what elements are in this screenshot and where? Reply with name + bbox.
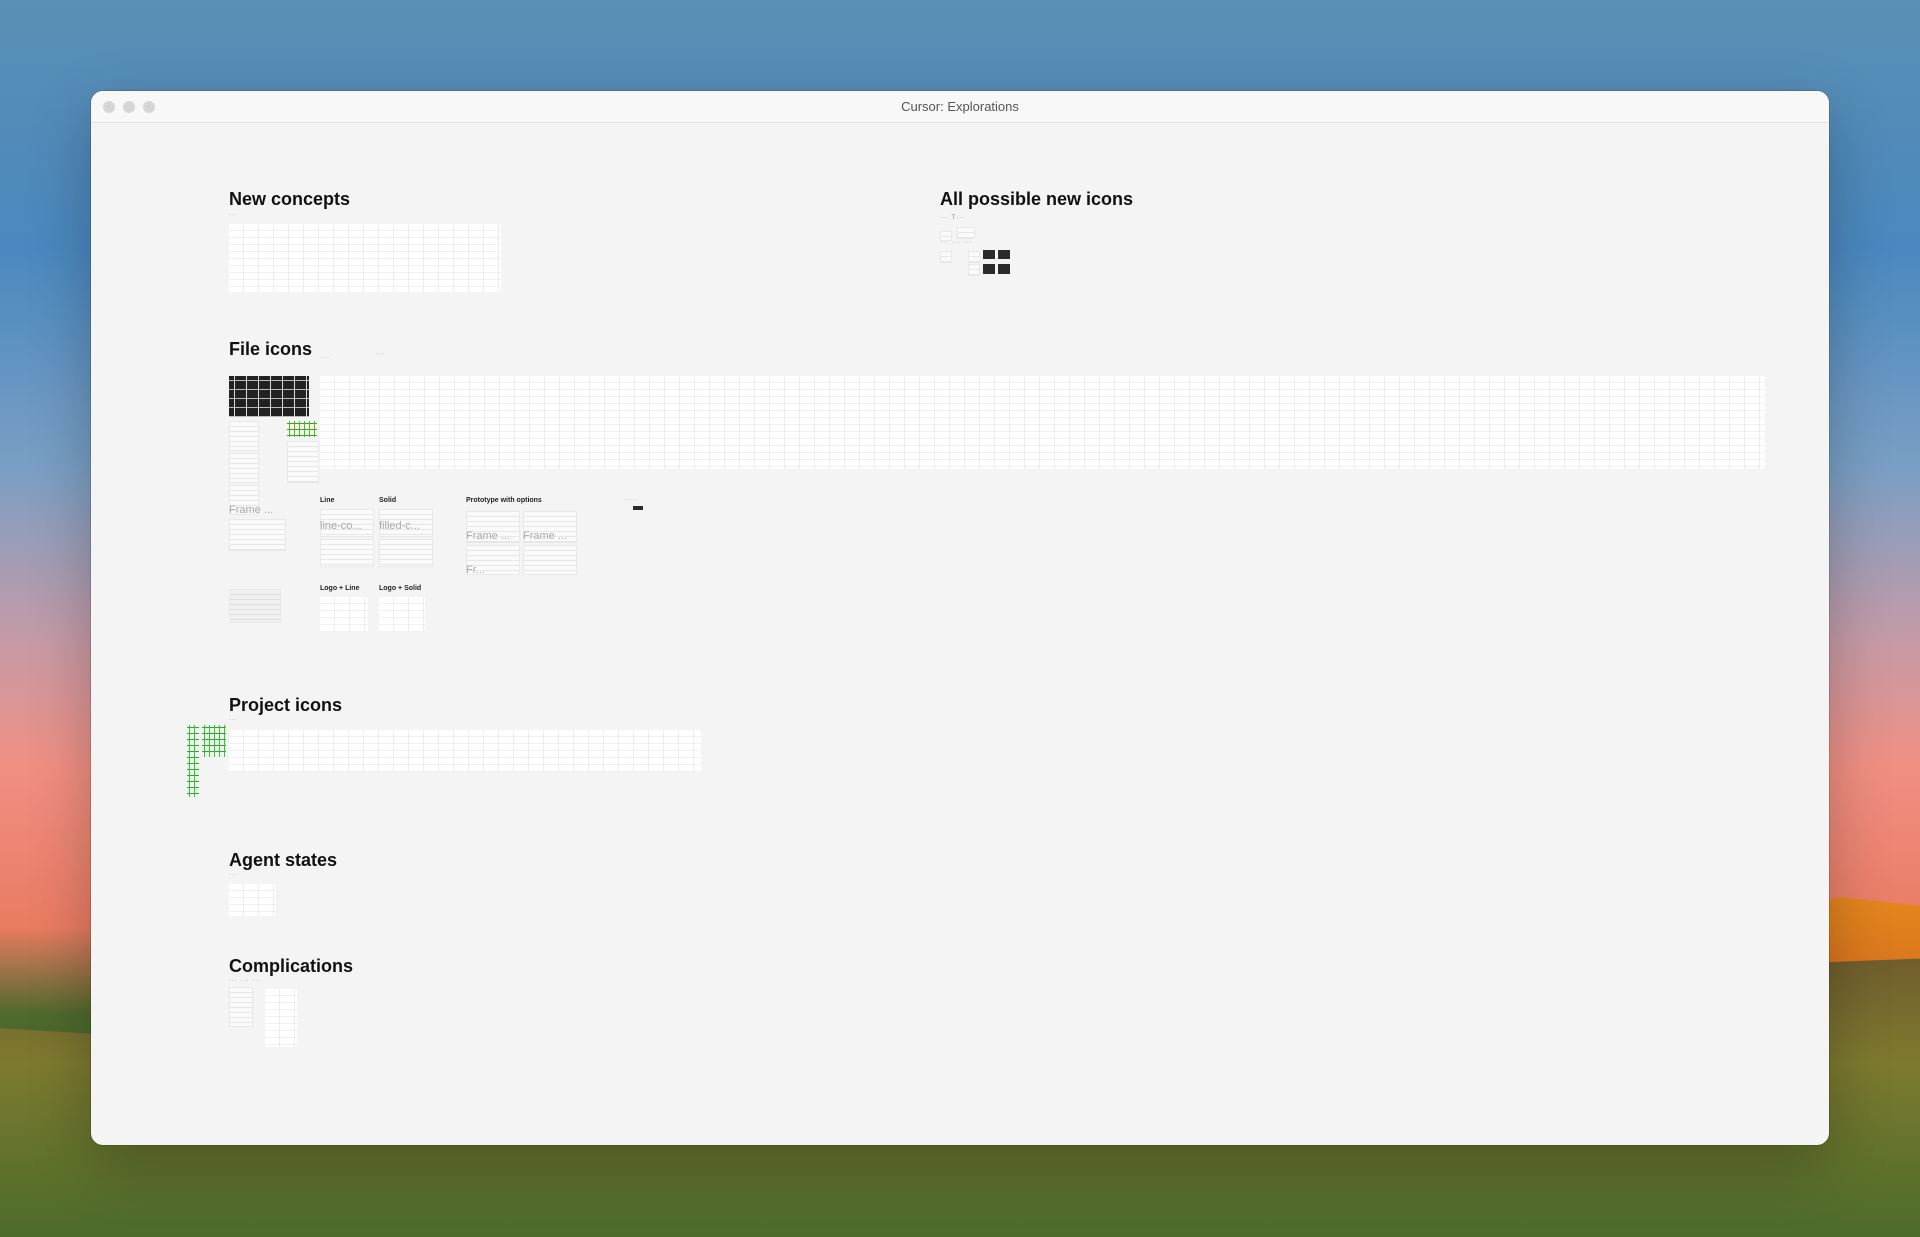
file-icon-colorful-thumbnail[interactable] <box>287 421 317 437</box>
file-icon-thumbnail[interactable] <box>229 519 286 551</box>
window-close-icon[interactable] <box>103 101 115 113</box>
frame-label: filled-c... <box>379 520 420 532</box>
logo-line-frame[interactable] <box>320 597 368 631</box>
solid-icon-frame[interactable] <box>379 539 433 567</box>
logo-solid-frame[interactable] <box>379 597 425 631</box>
section-title-all-icons: All possible new icons <box>940 189 1134 209</box>
section-title-file-icons: File icons <box>229 339 313 359</box>
frame-label-dots: ··· <box>229 872 238 878</box>
complications-frame[interactable] <box>229 987 253 1027</box>
file-icon-thumbnail[interactable] <box>229 453 259 483</box>
icon-frame-dark[interactable] <box>983 264 995 274</box>
section-title-project-icons: Project icons <box>229 695 343 715</box>
icon-frame-thumbnail[interactable] <box>940 251 952 263</box>
design-canvas[interactable]: New concepts ··· All possible new icons … <box>91 123 1829 1145</box>
traffic-lights <box>103 101 155 113</box>
group-label-logo-line: Logo + Line <box>320 585 360 592</box>
frame-label-dots: ····· <box>624 497 639 503</box>
frame-label-dots: ··· ··· ··· <box>940 240 973 246</box>
project-icons-green-strip[interactable] <box>187 725 199 797</box>
frame-label-dots: ··· ··· ··· <box>229 978 262 984</box>
icon-frame-thumbnail[interactable] <box>957 227 975 239</box>
frame-label-dots: ··· <box>376 351 385 357</box>
group-label-solid: Solid <box>379 497 397 504</box>
file-icon-thumbnail[interactable] <box>229 421 259 451</box>
icon-frame-dark[interactable] <box>998 250 1010 259</box>
agent-states-frame[interactable] <box>229 884 276 916</box>
icon-frame-thumbnail[interactable] <box>968 264 980 276</box>
group-label-logo-solid: Logo + Solid <box>379 585 422 592</box>
file-icons-dark-frame[interactable] <box>229 376 309 417</box>
app-window: Cursor: Explorations New concepts ··· Al… <box>91 91 1829 1145</box>
group-label-line: Line <box>320 497 335 504</box>
window-zoom-icon[interactable] <box>143 101 155 113</box>
window-title: Cursor: Explorations <box>901 99 1019 114</box>
section-title-complications: Complications <box>229 956 354 976</box>
file-icons-wide-frame[interactable] <box>320 376 1765 469</box>
section-title-agent-states: Agent states <box>229 850 338 870</box>
icon-frame-thumbnail[interactable] <box>968 251 980 263</box>
frame-label-dots: ··· <box>229 212 238 218</box>
prototype-frame[interactable] <box>523 545 577 575</box>
file-icon-thumbnail[interactable] <box>229 589 281 623</box>
frame-label: Frame ... <box>229 504 274 516</box>
title-bar[interactable]: Cursor: Explorations <box>91 91 1829 123</box>
frame-label-dots: ··· <box>321 355 330 361</box>
frame-label: Fr... <box>466 564 485 576</box>
frame-label: line-co... <box>320 520 362 532</box>
frame-label: Frame ... <box>466 530 511 542</box>
project-icons-frame[interactable] <box>229 730 701 772</box>
icon-frame-dark[interactable] <box>983 250 995 259</box>
complications-frame[interactable] <box>265 989 297 1047</box>
frame-label: Frame ... <box>523 530 568 542</box>
frame-label-dots: ··· T··· <box>940 215 966 221</box>
line-icon-frame[interactable] <box>320 539 374 567</box>
frame-label-dots: ··· <box>229 717 238 723</box>
icon-frame-dark[interactable] <box>998 264 1010 274</box>
project-icons-green-grid[interactable] <box>202 725 226 757</box>
file-icon-thumbnail[interactable] <box>287 441 319 483</box>
section-title-new-concepts: New concepts <box>229 189 351 209</box>
window-minimize-icon[interactable] <box>123 101 135 113</box>
group-label-prototype: Prototype with options <box>466 497 542 504</box>
new-concepts-frame[interactable] <box>229 224 501 292</box>
small-dark-frame[interactable] <box>633 506 643 510</box>
